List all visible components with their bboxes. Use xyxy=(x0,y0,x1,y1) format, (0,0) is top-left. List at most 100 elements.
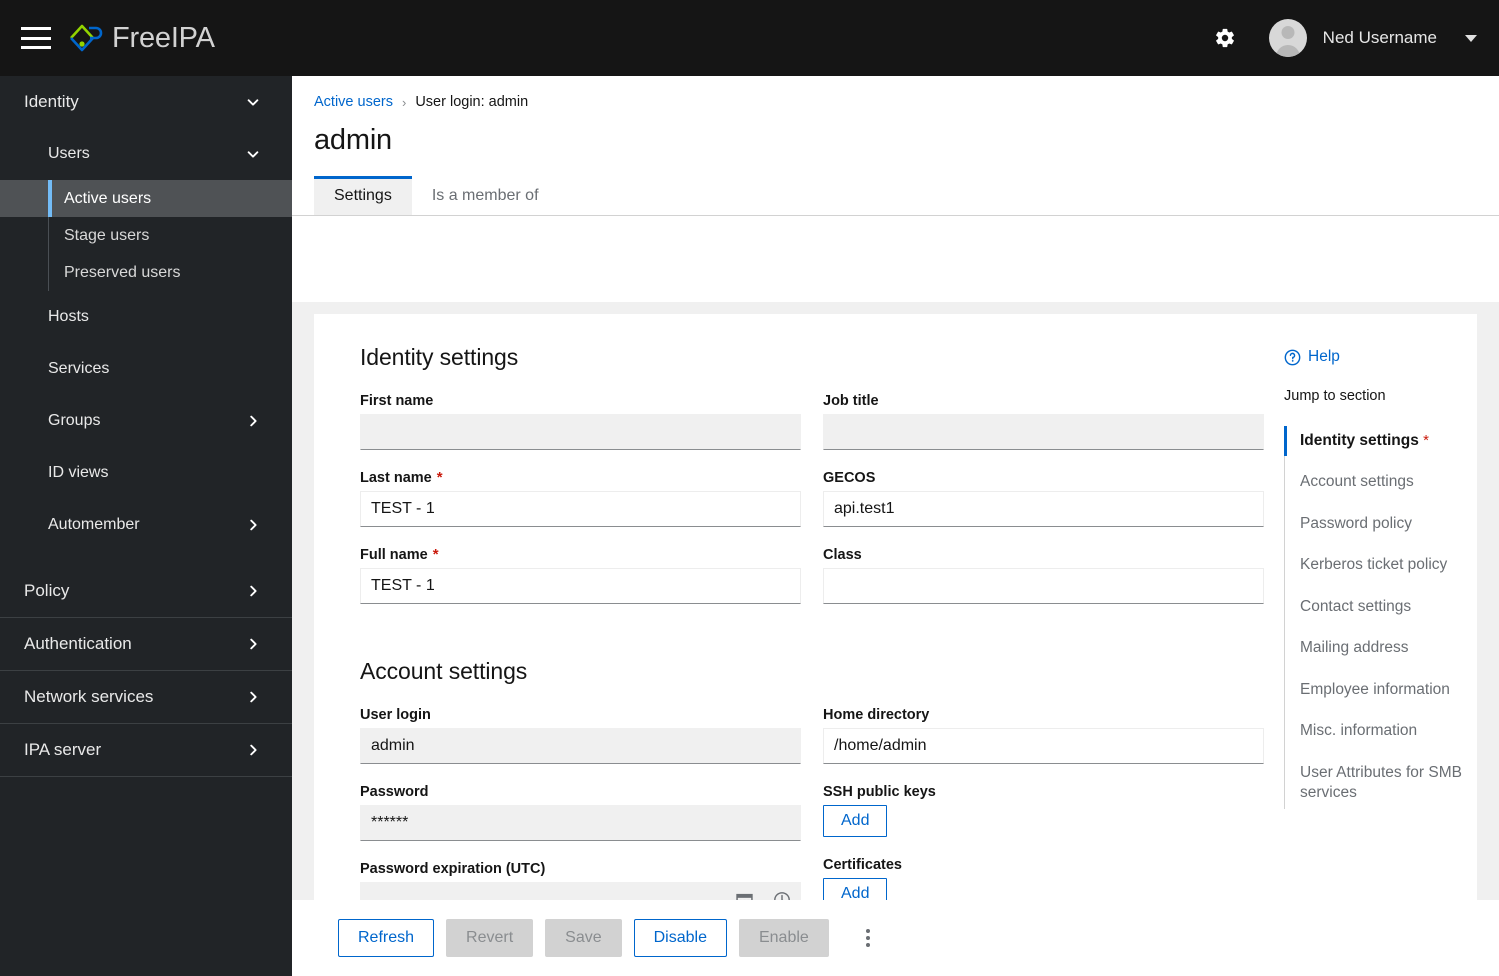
label-text: Password xyxy=(360,784,429,800)
sidebar-item-policy[interactable]: Policy xyxy=(0,565,292,617)
masthead-right: Ned Username xyxy=(1205,18,1499,58)
label-text: Class xyxy=(823,547,862,563)
refresh-button[interactable]: Refresh xyxy=(338,919,435,957)
jump-item-label: Account settings xyxy=(1300,473,1414,491)
sidebar-item-stage-users[interactable]: Stage users xyxy=(0,217,292,254)
jump-item-label: Employee information xyxy=(1300,680,1450,698)
identity-settings-grid: First name Last name * TEST - 1 Full nam… xyxy=(360,393,1264,624)
home-directory-input[interactable] xyxy=(823,728,1264,764)
label-text: Full name xyxy=(360,547,428,563)
jump-item-mailing-address[interactable]: Mailing address xyxy=(1300,633,1477,663)
field-first-name: First name xyxy=(360,393,801,450)
chevron-down-icon[interactable] xyxy=(1465,34,1477,42)
enable-button[interactable]: Enable xyxy=(738,919,829,957)
avatar[interactable] xyxy=(1268,19,1307,57)
sidebar-item-groups[interactable]: Groups xyxy=(0,395,292,447)
field-home-directory: Home directory xyxy=(823,707,1264,764)
sidebar-item-automember[interactable]: Automember xyxy=(0,499,292,551)
sidebar-item-label: ID views xyxy=(48,464,109,481)
hamburger-icon[interactable] xyxy=(21,27,51,49)
field-label: Last name * xyxy=(360,470,801,486)
main-content: Active users › User login: admin admin S… xyxy=(292,76,1499,976)
nav-group-ipa-server: IPA server xyxy=(0,724,292,777)
chevron-right-icon xyxy=(250,519,257,531)
label-text: Last name xyxy=(360,470,432,486)
label-text: Job title xyxy=(823,393,879,409)
first-name-input[interactable] xyxy=(360,414,801,450)
field-last-name: Last name * xyxy=(360,470,801,527)
sidebar-item-label: Users xyxy=(48,145,90,162)
field-class: Class xyxy=(823,547,1264,604)
revert-button[interactable]: Revert xyxy=(446,919,534,957)
tab-is-a-member-of[interactable]: Is a member of xyxy=(412,176,559,215)
sidebar-item-services[interactable]: Services xyxy=(0,343,292,395)
password-input[interactable] xyxy=(360,805,801,841)
identity-settings-heading: Identity settings xyxy=(360,344,519,370)
sidebar-item-label: Preserved users xyxy=(64,263,181,281)
breadcrumb-link-active-users[interactable]: Active users xyxy=(314,94,393,110)
sidebar-item-authentication[interactable]: Authentication xyxy=(0,618,292,670)
breadcrumb-current: User login: admin xyxy=(415,94,529,110)
jump-to-section-panel: Help Jump to section Identity settings *… xyxy=(1264,344,1477,976)
jump-item-label: Contact settings xyxy=(1300,597,1412,615)
settings-form: Identity settings First name Last name *… xyxy=(314,344,1264,976)
sidebar-item-label: Groups xyxy=(48,412,101,429)
chevron-right-icon xyxy=(250,585,257,597)
user-login-input[interactable] xyxy=(360,728,801,764)
chevron-down-icon xyxy=(247,151,259,158)
label-text: Certificates xyxy=(823,857,902,873)
field-label: First name xyxy=(360,393,801,409)
last-name-input[interactable] xyxy=(360,491,801,527)
help-link[interactable]: Help xyxy=(1284,348,1477,366)
username-label: Ned Username xyxy=(1322,28,1437,47)
chevron-down-icon xyxy=(247,99,259,106)
full-name-input[interactable] xyxy=(360,568,801,604)
gear-icon[interactable] xyxy=(1205,18,1245,58)
job-title-input[interactable] xyxy=(823,414,1264,450)
jump-item-contact-settings[interactable]: Contact settings xyxy=(1300,592,1477,622)
disable-button[interactable]: Disable xyxy=(633,919,727,957)
nav-group-policy: Policy xyxy=(0,565,292,618)
sidebar-item-label: Authentication xyxy=(24,634,132,653)
field-label: Password expiration (UTC) xyxy=(360,861,801,877)
chevron-right-icon xyxy=(250,691,257,703)
breadcrumb: Active users › User login: admin xyxy=(292,76,1499,110)
sidebar-item-label: Hosts xyxy=(48,308,89,325)
kebab-menu-icon[interactable] xyxy=(853,923,883,953)
class-input[interactable] xyxy=(823,568,1264,604)
gecos-input[interactable] xyxy=(823,491,1264,527)
add-ssh-public-key-button[interactable]: Add xyxy=(823,805,888,837)
jump-item-user-attributes-smb[interactable]: User Attributes for SMB services xyxy=(1300,758,1477,809)
sidebar-users-sublist: Active users Stage users Preserved users xyxy=(0,180,292,291)
field-user-login: User login xyxy=(360,707,801,764)
field-ssh-public-keys: SSH public keys Add xyxy=(823,784,1264,837)
chevron-right-icon xyxy=(250,744,257,756)
sidebar-item-active-users[interactable]: Active users xyxy=(0,180,292,217)
jump-item-kerberos-ticket-policy[interactable]: Kerberos ticket policy xyxy=(1300,550,1477,580)
label-text: Password expiration (UTC) xyxy=(360,861,546,877)
freeipa-logo-icon xyxy=(70,24,103,52)
jump-item-employee-information[interactable]: Employee information xyxy=(1300,675,1477,705)
avatar-body xyxy=(1275,45,1300,57)
jump-item-password-policy[interactable]: Password policy xyxy=(1300,509,1477,539)
sidebar-item-network-services[interactable]: Network services xyxy=(0,671,292,723)
brand[interactable]: FreeIPA xyxy=(67,20,215,56)
sidebar-item-users[interactable]: Users xyxy=(0,128,292,180)
save-button[interactable]: Save xyxy=(545,919,622,957)
jump-item-account-settings[interactable]: Account settings xyxy=(1300,467,1477,497)
sidebar-item-label: Stage users xyxy=(64,226,150,244)
sidebar-item-hosts[interactable]: Hosts xyxy=(0,291,292,343)
jump-item-misc-information[interactable]: Misc. information xyxy=(1300,716,1477,746)
tab-label: Settings xyxy=(334,187,392,204)
sidebar-item-preserved-users[interactable]: Preserved users xyxy=(0,254,292,291)
chevron-right-icon xyxy=(250,415,257,427)
sidebar-item-ipa-server[interactable]: IPA server xyxy=(0,724,292,776)
sidebar-item-id-views[interactable]: ID views xyxy=(0,447,292,499)
tab-settings[interactable]: Settings xyxy=(314,176,412,215)
sidebar-item-label: IPA server xyxy=(24,740,102,759)
identity-left-column: First name Last name * TEST - 1 Full nam… xyxy=(360,393,801,624)
jump-item-label: Password policy xyxy=(1300,514,1412,532)
jump-item-identity-settings[interactable]: Identity settings * xyxy=(1284,426,1477,457)
sidebar-item-identity[interactable]: Identity xyxy=(0,76,292,128)
action-bar: Refresh Revert Save Disable Enable xyxy=(292,900,1499,976)
